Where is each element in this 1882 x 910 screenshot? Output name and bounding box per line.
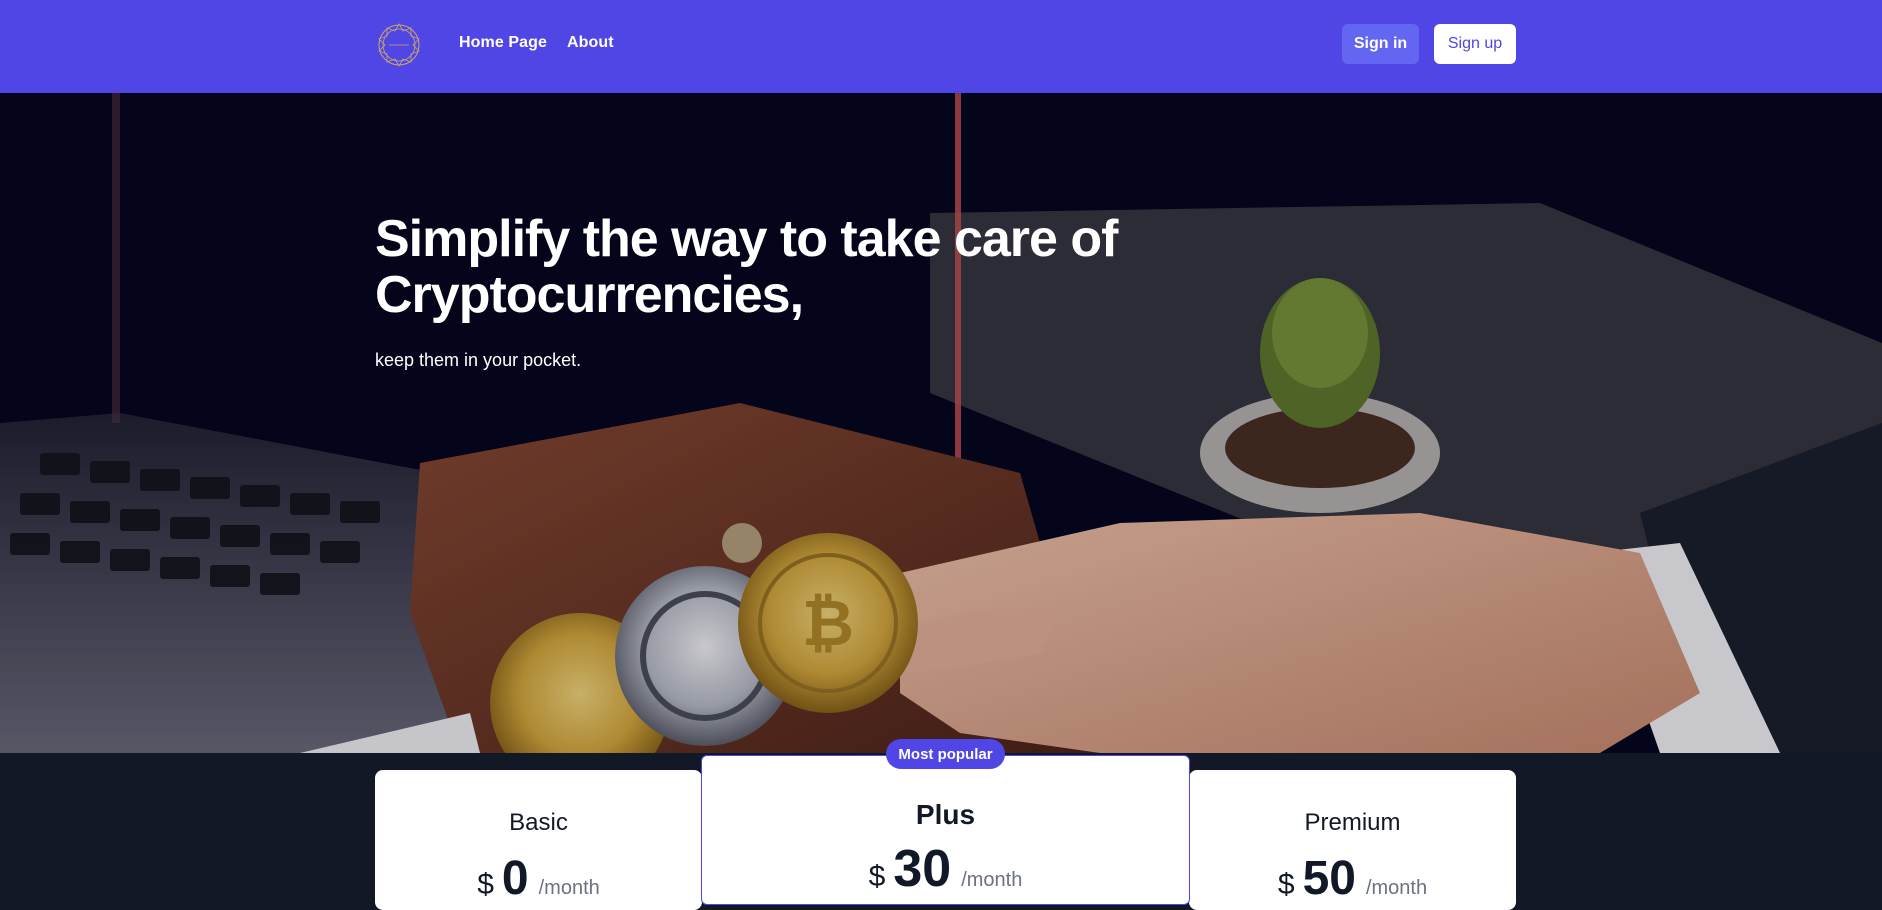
- most-popular-badge: Most popular: [886, 739, 1005, 769]
- nav-link-about[interactable]: About: [567, 34, 614, 52]
- plan-price: $ 0 /month: [375, 855, 702, 903]
- price-period: /month: [538, 877, 600, 899]
- pricing-section: Basic $ 0 /month Plus $ 30 /month Premiu…: [0, 753, 1882, 910]
- top-navbar: Home Page About Sign in Sign up: [0, 0, 1882, 93]
- hero-background-image: ₿: [0, 93, 1882, 753]
- plan-name: Plus: [915, 799, 976, 830]
- pricing-card-plus[interactable]: Plus $ 30 /month: [701, 755, 1190, 905]
- price-amount: 30: [893, 840, 952, 898]
- currency-symbol: $: [1277, 868, 1295, 901]
- sign-in-button[interactable]: Sign in: [1342, 24, 1419, 64]
- currency-symbol: $: [868, 860, 886, 893]
- nav-link-home[interactable]: Home Page: [459, 34, 547, 52]
- price-amount: 0: [501, 852, 529, 905]
- logo-icon[interactable]: [375, 21, 423, 69]
- pricing-card-basic[interactable]: Basic $ 0 /month: [375, 770, 702, 910]
- plan-price: $ 30 /month: [702, 840, 1189, 898]
- plan-name: Premium: [1304, 809, 1401, 836]
- hero-section: ₿ Simplify the way to take care of Crypt…: [0, 93, 1882, 753]
- price-period: /month: [961, 869, 1023, 891]
- price-period: /month: [1365, 877, 1428, 899]
- plan-name: Basic: [509, 809, 568, 836]
- plan-price: $ 50 /month: [1189, 855, 1516, 903]
- price-amount: 50: [1302, 852, 1356, 905]
- currency-symbol: $: [477, 868, 494, 901]
- pricing-card-premium[interactable]: Premium $ 50 /month: [1189, 770, 1516, 910]
- sign-up-button[interactable]: Sign up: [1434, 24, 1516, 64]
- hero-subtitle: keep them in your pocket.: [375, 350, 582, 370]
- hero-title: Simplify the way to take care of Cryptoc…: [375, 210, 1118, 324]
